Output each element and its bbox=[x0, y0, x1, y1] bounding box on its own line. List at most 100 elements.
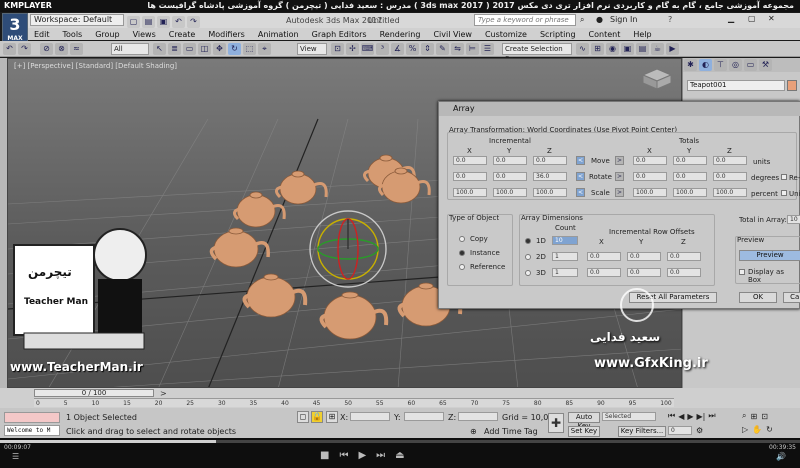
preview-button[interactable]: Preview bbox=[739, 250, 800, 261]
rendered-frame-icon[interactable]: ▤ bbox=[636, 43, 649, 55]
move-tot-y[interactable]: 0.0 bbox=[673, 156, 707, 165]
scale-inc-y[interactable]: 100.0 bbox=[493, 188, 527, 197]
reference-radio[interactable] bbox=[459, 264, 465, 270]
dim-2d-offset-z[interactable]: 0.0 bbox=[667, 252, 701, 261]
copy-radio[interactable] bbox=[459, 236, 465, 242]
rotate-left-arrow[interactable]: < bbox=[576, 172, 585, 181]
prev-frame-icon[interactable]: ◀ bbox=[678, 412, 684, 421]
modify-tab-icon[interactable]: ◐ bbox=[699, 59, 712, 71]
keyboard-shortcut-icon[interactable]: ⌨ bbox=[361, 43, 374, 55]
open-file-icon[interactable]: ▤ bbox=[142, 16, 155, 28]
help-icon[interactable]: ? bbox=[668, 15, 672, 24]
link-icon[interactable]: ⊘ bbox=[40, 43, 53, 55]
select-scale-icon[interactable]: ⬚ bbox=[243, 43, 256, 55]
rotate-inc-y[interactable]: 0.0 bbox=[493, 172, 527, 181]
sign-in-link[interactable]: Sign In bbox=[610, 15, 637, 24]
reference-coordinate-dropdown[interactable]: View bbox=[297, 43, 327, 55]
hierarchy-tab-icon[interactable]: ⊤ bbox=[714, 59, 727, 71]
minimize-icon[interactable]: ▁ bbox=[728, 14, 734, 23]
mirror-icon[interactable]: ⇋ bbox=[451, 43, 464, 55]
undo-icon[interactable]: ↶ bbox=[3, 43, 16, 55]
dim-3d-offset-x[interactable]: 0.0 bbox=[587, 268, 621, 277]
move-inc-z[interactable]: 0.0 bbox=[533, 156, 567, 165]
menu-tools[interactable]: Tools bbox=[63, 30, 83, 39]
viewport-label[interactable]: [+] [Perspective] [Standard] [Default Sh… bbox=[14, 62, 177, 70]
menu-customize[interactable]: Customize bbox=[485, 30, 527, 39]
motion-tab-icon[interactable]: ◎ bbox=[729, 59, 742, 71]
pivot-center-icon[interactable]: ⊡ bbox=[331, 43, 344, 55]
menu-help[interactable]: Help bbox=[633, 30, 651, 39]
render-iterative-icon[interactable]: ▶ bbox=[666, 43, 679, 55]
move-left-arrow[interactable]: < bbox=[576, 156, 585, 165]
time-config-icon[interactable]: ⚙ bbox=[696, 426, 703, 435]
ok-button[interactable]: OK bbox=[739, 292, 777, 303]
scale-tot-y[interactable]: 100.0 bbox=[673, 188, 707, 197]
rotate-tot-z[interactable]: 0.0 bbox=[713, 172, 747, 181]
new-file-icon[interactable]: ▢ bbox=[127, 16, 140, 28]
redo-quick-icon[interactable]: ↷ bbox=[187, 16, 200, 28]
zoom-all-icon[interactable]: ⊞ bbox=[750, 412, 757, 421]
select-object-icon[interactable]: ↖ bbox=[153, 43, 166, 55]
bind-space-warp-icon[interactable]: ≈ bbox=[70, 43, 83, 55]
scale-tot-z[interactable]: 100.0 bbox=[713, 188, 747, 197]
rotate-inc-x[interactable]: 0.0 bbox=[453, 172, 487, 181]
dim-3d-count[interactable]: 1 bbox=[552, 268, 578, 277]
scale-tot-x[interactable]: 100.0 bbox=[633, 188, 667, 197]
object-color-swatch[interactable] bbox=[787, 80, 797, 91]
selection-lock-icon[interactable]: 🔒 bbox=[311, 411, 323, 423]
dim-3d-radio[interactable] bbox=[525, 270, 531, 276]
menu-views[interactable]: Views bbox=[133, 30, 156, 39]
scale-right-arrow[interactable]: > bbox=[615, 188, 624, 197]
next-icon[interactable]: ⏭ bbox=[376, 450, 385, 461]
volume-icon[interactable]: 🔊 bbox=[776, 452, 786, 461]
previous-icon[interactable]: ⏮ bbox=[339, 450, 348, 461]
menu-content[interactable]: Content bbox=[589, 30, 621, 39]
dim-3d-offset-y[interactable]: 0.0 bbox=[627, 268, 661, 277]
select-move-icon[interactable]: ✥ bbox=[213, 43, 226, 55]
seek-bar[interactable] bbox=[0, 440, 800, 443]
maximize-icon[interactable]: ▢ bbox=[748, 14, 756, 23]
window-crossing-icon[interactable]: ◫ bbox=[198, 43, 211, 55]
dim-1d-count[interactable]: 10 bbox=[552, 236, 578, 245]
place-icon[interactable]: ⌖ bbox=[258, 43, 271, 55]
stop-icon[interactable]: ■ bbox=[320, 450, 329, 461]
orbit-icon[interactable]: ↻ bbox=[766, 425, 773, 434]
current-frame-field[interactable]: 0 bbox=[668, 426, 692, 435]
pan-icon[interactable]: ✋ bbox=[752, 425, 762, 434]
scale-inc-z[interactable]: 100.0 bbox=[533, 188, 567, 197]
dim-1d-radio[interactable] bbox=[525, 238, 531, 244]
cancel-button[interactable]: Cancel bbox=[783, 292, 800, 303]
move-inc-x[interactable]: 0.0 bbox=[453, 156, 487, 165]
rotate-tot-y[interactable]: 0.0 bbox=[673, 172, 707, 181]
uniform-checkbox[interactable] bbox=[781, 190, 787, 196]
select-manipulate-icon[interactable]: ✢ bbox=[346, 43, 359, 55]
set-key-button[interactable]: Set Key bbox=[568, 426, 600, 437]
set-key-big-icon[interactable]: ✚ bbox=[548, 413, 564, 433]
undo-quick-icon[interactable]: ↶ bbox=[172, 16, 185, 28]
eject-icon[interactable]: ⏏ bbox=[395, 450, 404, 461]
goto-start-icon[interactable]: ⏮ bbox=[668, 411, 675, 421]
percent-snap-icon[interactable]: % bbox=[406, 43, 419, 55]
spinner-snap-icon[interactable]: ⇕ bbox=[421, 43, 434, 55]
add-time-tag[interactable]: Add Time Tag bbox=[484, 427, 538, 436]
redo-icon[interactable]: ↷ bbox=[18, 43, 31, 55]
x-coord-field[interactable] bbox=[350, 412, 390, 421]
angle-snap-icon[interactable]: ∡ bbox=[391, 43, 404, 55]
render-setup-icon[interactable]: ▣ bbox=[621, 43, 634, 55]
menu-modifiers[interactable]: Modifiers bbox=[208, 30, 245, 39]
object-name-field[interactable]: Teapot001 bbox=[687, 80, 785, 91]
menu-civil-view[interactable]: Civil View bbox=[433, 30, 472, 39]
menu-graph-editors[interactable]: Graph Editors bbox=[312, 30, 367, 39]
named-selection-dropdown[interactable]: Create Selection Se bbox=[502, 43, 572, 63]
select-by-name-icon[interactable]: ≣ bbox=[168, 43, 181, 55]
scale-inc-x[interactable]: 100.0 bbox=[453, 188, 487, 197]
utilities-tab-icon[interactable]: ⚒ bbox=[759, 59, 772, 71]
goto-end-icon[interactable]: ⏭ bbox=[708, 411, 715, 421]
display-as-box-checkbox[interactable] bbox=[739, 269, 745, 275]
player-play-icon[interactable]: ▶ bbox=[358, 450, 366, 461]
search-icon[interactable]: ⌕ bbox=[580, 15, 584, 25]
schematic-view-icon[interactable]: ⊞ bbox=[591, 43, 604, 55]
zoom-icon[interactable]: ⌕ bbox=[742, 411, 746, 421]
instance-radio[interactable] bbox=[459, 250, 465, 256]
rotate-tot-x[interactable]: 0.0 bbox=[633, 172, 667, 181]
